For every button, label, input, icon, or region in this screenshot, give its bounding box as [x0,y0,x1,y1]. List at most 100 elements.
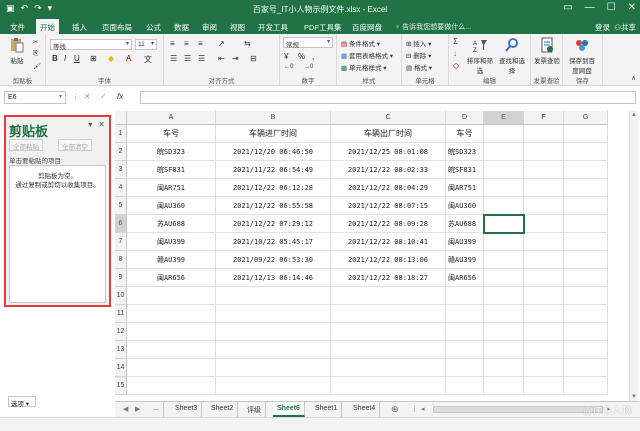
cell-styles-button[interactable]: ▩ 单元格样式 ▾ [341,62,387,72]
cell-d11[interactable] [446,305,484,323]
comma-icon[interactable]: , [312,52,314,61]
cell-g7[interactable] [564,233,608,251]
format-painter-icon[interactable]: 🖌 [33,62,41,70]
formula-input[interactable] [140,91,636,104]
cell-c11[interactable] [331,305,446,323]
align-bottom-icon[interactable]: ≡ [198,39,203,48]
cell-g12[interactable] [564,323,608,341]
row-header-4[interactable]: 4 [115,179,127,197]
cell-g2[interactable] [564,143,608,161]
fill-color-icon[interactable]: ◆ [108,54,114,63]
cell-e8[interactable] [484,251,524,269]
row-header-9[interactable]: 9 [115,269,127,287]
tab-data[interactable]: 数据 [170,21,193,34]
clear-icon[interactable]: ◇ [453,61,459,70]
increase-decimal-icon[interactable]: ←0 [284,64,293,70]
cell-b9[interactable]: 2021/12/13 06:14:46 [216,269,331,287]
cell-e1[interactable] [484,125,524,143]
name-box[interactable]: E6 ▾ [4,91,66,104]
cell-f8[interactable] [524,251,564,269]
cell-g15[interactable] [564,377,608,395]
save-baidu-button[interactable]: 保存到百度网盘 [567,37,597,75]
column-header-g[interactable]: G [564,111,608,125]
cell-f9[interactable] [524,269,564,287]
cell-b4[interactable]: 2021/12/22 06:12:28 [216,179,331,197]
align-right-icon[interactable]: ☰ [198,54,205,63]
font-color-icon[interactable]: A [126,54,131,63]
clear-all-button[interactable]: 全部清空 [58,139,92,151]
enter-icon[interactable]: ✓ [100,92,107,101]
cell-f10[interactable] [524,287,564,305]
cell-c15[interactable] [331,377,446,395]
column-header-e[interactable]: E [484,111,524,125]
column-header-a[interactable]: A [127,111,216,125]
orientation-icon[interactable]: ↗ [218,39,225,48]
tell-me-search[interactable]: ♀ 告诉我您想要做什么... [395,22,471,32]
prev-sheet-icon[interactable]: ◀ [123,405,128,413]
indent-icon[interactable]: ⇤ [218,54,225,63]
cell-d6[interactable]: 苏AU688 [446,215,484,233]
cell-d15[interactable] [446,377,484,395]
bold-button[interactable]: B [52,54,58,63]
cell-g5[interactable] [564,197,608,215]
cell-a4[interactable]: 闽AR751 [127,179,216,197]
tab-view[interactable]: 视图 [226,21,249,34]
delete-cells-button[interactable]: ⊟ 删除 ▾ [406,50,431,60]
drag-handle-icon[interactable]: ⋮ [72,93,79,101]
add-sheet-button[interactable]: ⊕ [391,404,399,415]
select-all-corner[interactable] [115,111,127,125]
row-header-10[interactable]: 10 [115,287,127,305]
conditional-format-button[interactable]: ▤ 条件格式 ▾ [341,38,380,48]
login-link[interactable]: 登录 [595,22,610,33]
cell-c6[interactable]: 2021/12/22 08:09:28 [331,215,446,233]
tab-formulas[interactable]: 公式 [142,21,165,34]
cell-b13[interactable] [216,341,331,359]
cell-g11[interactable] [564,305,608,323]
paste-button[interactable]: 粘贴 [2,37,32,65]
tab-pdf-tools[interactable]: PDF工具集 [300,21,346,34]
sheet-tab-sheet4[interactable]: Sheet4 [349,402,381,417]
cell-b14[interactable] [216,359,331,377]
cell-d8[interactable]: 赣AU399 [446,251,484,269]
cell-a3[interactable]: 皖SF831 [127,161,216,179]
pane-menu-icon[interactable]: ▾ [88,120,92,129]
cell-d10[interactable] [446,287,484,305]
cell-f2[interactable] [524,143,564,161]
tab-file[interactable]: 文件 [6,21,29,34]
sort-filter-button[interactable]: AZ 排序和筛选 [465,37,495,75]
cell-e12[interactable] [484,323,524,341]
tab-insert[interactable]: 插入 [68,21,91,34]
cell-a11[interactable] [127,305,216,323]
wrap-text-icon[interactable]: ⇆ [244,39,251,48]
tab-baidu-netdisk[interactable]: 百度网盘 [348,21,386,34]
cell-b5[interactable]: 2021/12/22 06:55:58 [216,197,331,215]
row-header-15[interactable]: 15 [115,377,127,395]
wen-phonetic-icon[interactable]: 文 [144,54,152,65]
percent-icon[interactable]: % [298,52,305,61]
invoice-check-button[interactable]: 发票查验 [532,37,562,65]
minimize-button[interactable]: — [585,2,595,13]
cell-b11[interactable] [216,305,331,323]
cell-d9[interactable]: 闽AR656 [446,269,484,287]
find-select-button[interactable]: 查找和选择 [497,37,527,75]
scroll-up-icon[interactable]: ▲ [631,112,637,118]
row-header-2[interactable]: 2 [115,143,127,161]
cell-g3[interactable] [564,161,608,179]
row-header-3[interactable]: 3 [115,161,127,179]
paste-all-button[interactable]: 全部粘贴 [9,139,43,151]
row-header-7[interactable]: 7 [115,233,127,251]
number-format-select[interactable]: 常规 ▾ [283,37,333,49]
sheet-tab-rating[interactable]: 评级 [243,402,266,417]
cell-f12[interactable] [524,323,564,341]
autosum-icon[interactable]: Σ [453,37,458,46]
tab-review[interactable]: 审阅 [198,21,221,34]
cell-c7[interactable]: 2021/12/22 08:10:41 [331,233,446,251]
collapse-ribbon-icon[interactable]: ∧ [631,74,636,82]
cell-b15[interactable] [216,377,331,395]
cell-a10[interactable] [127,287,216,305]
close-icon[interactable]: ✕ [98,120,105,129]
cell-b3[interactable]: 2021/11/22 06:54:49 [216,161,331,179]
align-left-icon[interactable]: ☰ [170,54,177,63]
maximize-button[interactable]: ☐ [607,2,616,13]
row-header-8[interactable]: 8 [115,251,127,269]
